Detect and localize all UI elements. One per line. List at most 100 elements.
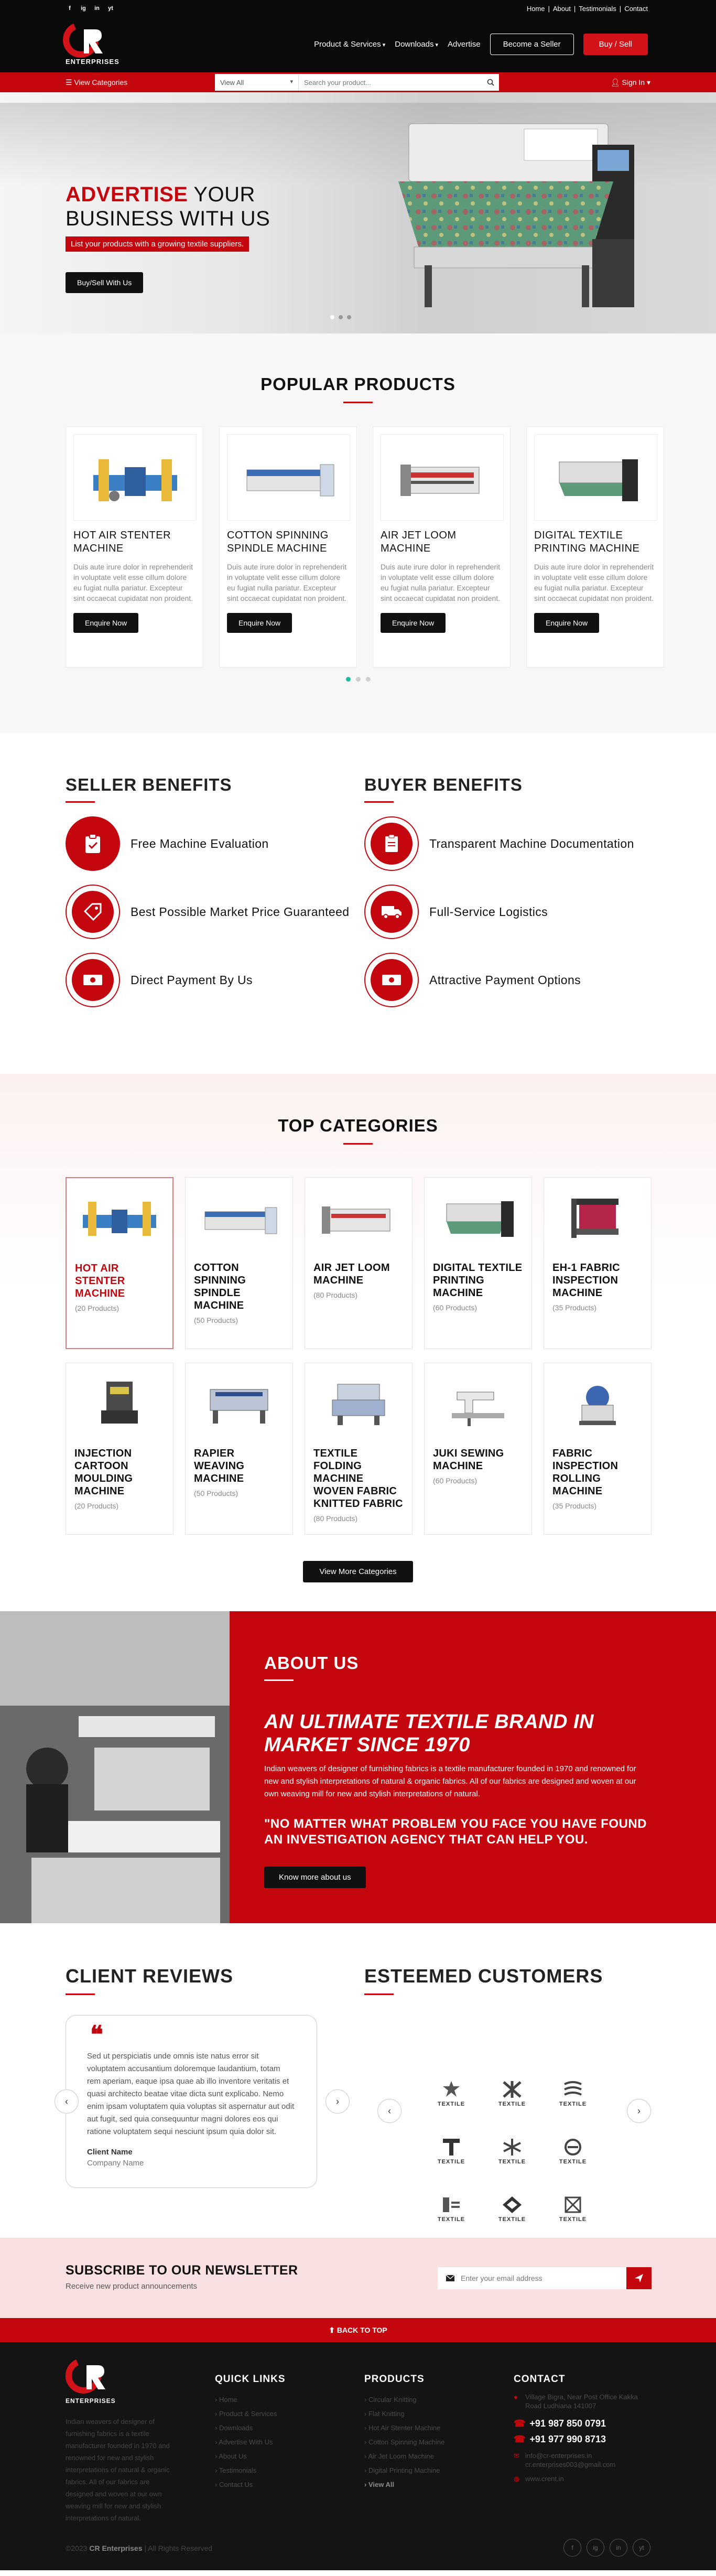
product-card[interactable]: DIGITAL TEXTILE PRINTING MACHINE Duis au…	[526, 426, 664, 667]
product-card[interactable]: COTTON SPINNING SPINDLE MACHINE Duis aut…	[219, 426, 357, 667]
category-card[interactable]: EH-1 FABRIC INSPECTION MACHINE (35 Produ…	[544, 1177, 652, 1349]
top-link-testimonials[interactable]: Testimonials	[579, 5, 616, 13]
category-card[interactable]: FABRIC INSPECTION ROLLING MACHINE (35 Pr…	[544, 1363, 652, 1535]
customer-logo: TEXTILE	[544, 2128, 602, 2175]
back-to-top-button[interactable]: ⬆ BACK TO TOP	[0, 2318, 716, 2342]
footer-link[interactable]: Home	[215, 2392, 286, 2407]
youtube-icon[interactable]: yt	[633, 2539, 650, 2557]
seller-benefits: SELLER BENEFITS Free Machine Evaluation …	[66, 775, 359, 1007]
customers-prev-arrow[interactable]: ‹	[377, 2099, 402, 2123]
footer-link[interactable]: About Us	[215, 2449, 286, 2463]
carousel-dot[interactable]	[330, 315, 334, 319]
benefit-item: Direct Payment By Us	[66, 953, 359, 1007]
category-image	[194, 1374, 284, 1431]
carousel-dot[interactable]	[339, 315, 343, 319]
footer-link[interactable]: Contact Us	[215, 2477, 286, 2492]
about-content: ABOUT US AN ULTIMATE TEXTILE BRAND IN MA…	[230, 1611, 716, 1923]
carousel-dot[interactable]	[347, 315, 351, 319]
instagram-icon[interactable]: ig	[79, 4, 88, 13]
product-desc: Duis aute irure dolor in reprehenderit i…	[73, 563, 193, 602]
newsletter-placeholder: Enter your email address	[461, 2274, 543, 2282]
customer-logo: TEXTILE	[422, 2128, 481, 2175]
benefit-text: Transparent Machine Documentation	[429, 837, 634, 850]
nav-downloads[interactable]: Downloads	[395, 40, 438, 49]
buy-sell-button[interactable]: Buy / Sell	[583, 34, 648, 55]
main-nav: Product & Services Downloads Advertise B…	[314, 34, 648, 55]
category-card[interactable]: COTTON SPINNING SPINDLE MACHINE (50 Prod…	[185, 1177, 293, 1349]
category-card[interactable]: TEXTILE FOLDING MACHINE WOVEN FABRIC KNI…	[305, 1363, 413, 1535]
linkedin-icon[interactable]: in	[610, 2539, 627, 2557]
top-link-contact[interactable]: Contact	[624, 5, 648, 13]
footer-phone[interactable]: ☎ +91 987 850 0791	[514, 2416, 650, 2431]
become-seller-button[interactable]: Become a Seller	[490, 34, 574, 55]
footer-product-link[interactable]: Hot Air Stenter Machine	[364, 2421, 444, 2435]
footer-product-link[interactable]: Cotton Spinning Machine	[364, 2435, 444, 2449]
category-count: (20 Products)	[75, 1304, 120, 1312]
youtube-icon[interactable]: yt	[106, 4, 115, 13]
enquire-now-button[interactable]: Enquire Now	[227, 613, 292, 633]
category-name: RAPIER WEAVING MACHINE	[194, 1448, 245, 1484]
category-select[interactable]: View All	[215, 74, 299, 91]
carousel-dot[interactable]	[345, 677, 351, 682]
top-categories-section: TOP CATEGORIES HOT AIR STENTER MACHINE (…	[0, 1074, 716, 1611]
footer-phone[interactable]: ☎ +91 977 990 8713	[514, 2431, 650, 2447]
footer-social: f ig in yt	[563, 2539, 650, 2557]
footer-product-link[interactable]: Air Jet Loom Machine	[364, 2449, 444, 2463]
carousel-dot[interactable]	[365, 677, 371, 682]
nav-products-services[interactable]: Product & Services	[314, 40, 385, 49]
review-next-arrow[interactable]: ›	[326, 2089, 350, 2114]
benefit-item: Best Possible Market Price Guaranteed	[66, 885, 359, 939]
customers-next-arrow[interactable]: ›	[627, 2099, 651, 2123]
money-icon	[364, 953, 419, 1007]
instagram-icon[interactable]: ig	[587, 2539, 604, 2557]
enquire-now-button[interactable]: Enquire Now	[73, 613, 139, 633]
linkedin-icon[interactable]: in	[93, 4, 101, 13]
facebook-icon[interactable]: f	[66, 4, 74, 13]
category-card[interactable]: JUKI SEWING MACHINE (60 Products)	[424, 1363, 532, 1535]
facebook-icon[interactable]: f	[563, 2539, 581, 2557]
product-card[interactable]: AIR JET LOOM MACHINE Duis aute irure dol…	[373, 426, 511, 667]
category-card[interactable]: AIR JET LOOM MACHINE (80 Products)	[305, 1177, 413, 1349]
review-prev-arrow[interactable]: ‹	[55, 2089, 79, 2114]
newsletter-email-input[interactable]: Enter your email address	[438, 2267, 626, 2289]
category-name: FABRIC INSPECTION ROLLING MACHINE	[552, 1448, 619, 1497]
benefit-item: Attractive Payment Options	[364, 953, 658, 1007]
category-image	[74, 1374, 165, 1431]
footer-product-link[interactable]: Circular Knitting	[364, 2392, 444, 2407]
search-icon[interactable]	[482, 74, 499, 91]
footer-link[interactable]: Downloads	[215, 2421, 286, 2435]
category-count: (80 Products)	[313, 1514, 358, 1523]
footer-link[interactable]: Testimonials	[215, 2463, 286, 2477]
footer-product-link[interactable]: Flat Knitting	[364, 2407, 444, 2421]
footer-link[interactable]: Advertise With Us	[215, 2435, 286, 2449]
view-categories-link[interactable]: ☰ View Categories	[66, 78, 127, 87]
carousel-dot[interactable]	[355, 677, 361, 682]
send-icon[interactable]	[626, 2267, 652, 2289]
enquire-now-button[interactable]: Enquire Now	[381, 613, 446, 633]
product-card[interactable]: HOT AIR STENTER MACHINE Duis aute irure …	[66, 426, 203, 667]
category-card[interactable]: RAPIER WEAVING MACHINE (50 Products)	[185, 1363, 293, 1535]
category-card[interactable]: DIGITAL TEXTILE PRINTING MACHINE (60 Pro…	[424, 1177, 532, 1349]
nav-advertise[interactable]: Advertise	[448, 40, 481, 49]
top-link-home[interactable]: Home	[527, 5, 545, 13]
footer-product-link[interactable]: Digital Printing Machine	[364, 2463, 444, 2477]
know-more-button[interactable]: Know more about us	[264, 1867, 366, 1888]
view-all-products-link[interactable]: View All	[364, 2477, 444, 2492]
signin-link[interactable]: 👤︎ Sign In ▾	[611, 78, 650, 87]
footer-website[interactable]: ◍ www.crent.in	[514, 2474, 650, 2483]
hero-cta-button[interactable]: Buy/Sell With Us	[66, 272, 144, 293]
customer-logo: TEXTILE	[544, 2185, 602, 2233]
footer-link[interactable]: Product & Services	[215, 2407, 286, 2421]
category-card[interactable]: INJECTION CARTOON MOULDING MACHINE (20 P…	[66, 1363, 173, 1535]
footer-email[interactable]: ✉ info@cr-enterprises.in cr.enterprises00…	[514, 2451, 650, 2469]
top-link-about[interactable]: About	[553, 5, 571, 13]
category-card[interactable]: HOT AIR STENTER MACHINE (20 Products)	[66, 1177, 173, 1349]
search-input[interactable]: Search your product...	[299, 79, 482, 87]
product-desc: Duis aute irure dolor in reprehenderit i…	[227, 563, 347, 602]
product-carousel-dots	[66, 677, 650, 682]
enquire-now-button[interactable]: Enquire Now	[534, 613, 600, 633]
product-carousel: HOT AIR STENTER MACHINE Duis aute irure …	[66, 426, 664, 667]
view-more-categories-button[interactable]: View More Categories	[303, 1561, 413, 1582]
footer-logo[interactable]	[66, 2358, 113, 2397]
customer-logo: TEXTILE	[422, 2070, 481, 2117]
